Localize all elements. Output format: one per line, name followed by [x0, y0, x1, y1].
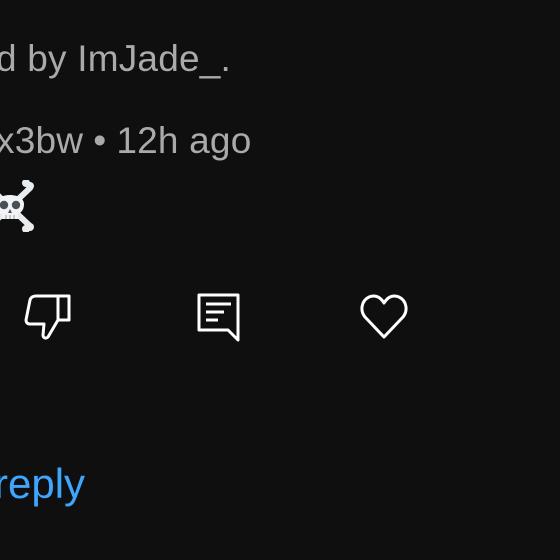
comment-meta: x3bw • 12h ago: [0, 120, 252, 162]
reply-comment-button[interactable]: [194, 290, 246, 342]
comment-timestamp: 12h ago: [116, 120, 252, 161]
meta-separator: •: [93, 120, 107, 161]
dislike-button[interactable]: [22, 292, 74, 344]
heart-icon: [360, 294, 408, 339]
comment-author[interactable]: x3bw: [0, 120, 83, 161]
skull-crossbones-icon: [0, 179, 36, 233]
reply-link[interactable]: reply: [0, 460, 85, 508]
like-button[interactable]: [358, 290, 410, 342]
liked-by-text: d by ImJade_.: [0, 38, 232, 79]
reply-comment-icon: [197, 293, 240, 342]
thumbs-down-icon: [24, 294, 71, 340]
